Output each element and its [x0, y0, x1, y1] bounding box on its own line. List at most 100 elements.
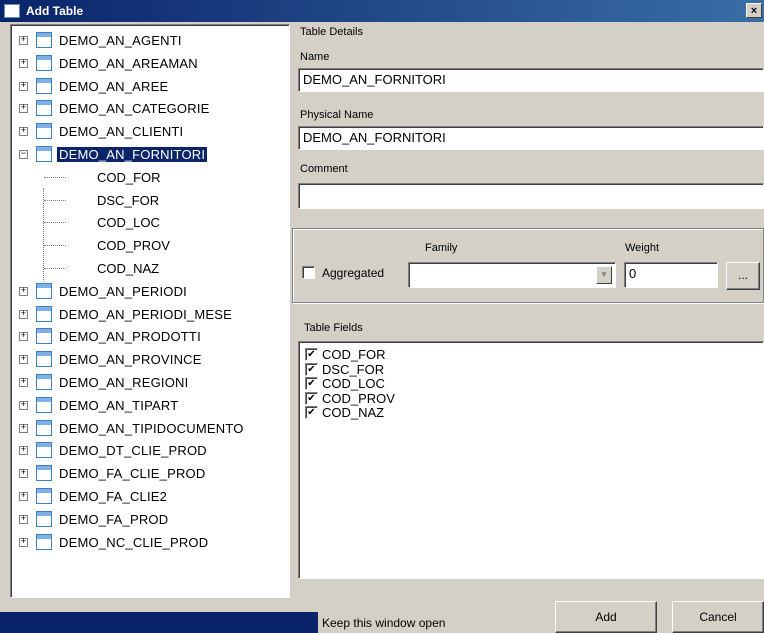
tree-connector-branch — [44, 222, 66, 224]
tree-item-label: DEMO_AN_PRODOTTI — [59, 329, 201, 344]
tree-child-item[interactable]: COD_FOR — [11, 166, 289, 189]
tree-item[interactable]: + DEMO_AN_PERIODI — [11, 280, 289, 303]
tree-item[interactable]: + DEMO_AN_PROVINCE — [11, 348, 289, 371]
table-tree[interactable]: + DEMO_AN_AGENTI + DEMO_AN_AREAMAN + DEMO_AN_… — [10, 24, 290, 598]
table-icon — [36, 283, 52, 299]
tree-item-label: DEMO_AN_AREE — [59, 79, 169, 94]
tree-child-label: DSC_FOR — [97, 193, 160, 208]
field-list-item[interactable]: ✔ COD_NAZ — [305, 404, 384, 420]
weight-input[interactable]: 0 — [624, 262, 718, 288]
tree-child-item[interactable]: COD_NAZ — [11, 257, 289, 280]
tree-item-label: DEMO_FA_PROD — [59, 512, 169, 527]
expand-icon[interactable]: + — [19, 515, 28, 524]
close-button[interactable]: × — [746, 3, 762, 18]
tree-item[interactable]: + DEMO_DT_CLIE_PROD — [11, 439, 289, 462]
table-details-label: Table Details — [300, 26, 363, 38]
tree-item[interactable]: + DEMO_AN_TIPART — [11, 394, 289, 417]
tree-item-label: DEMO_AN_REGIONI — [59, 375, 189, 390]
expand-icon[interactable]: + — [19, 82, 28, 91]
tree-item[interactable]: + DEMO_AN_REGIONI — [11, 371, 289, 394]
expand-icon[interactable]: + — [19, 104, 28, 113]
comment-label: Comment — [300, 163, 348, 175]
weight-label: Weight — [625, 242, 660, 254]
tree-item[interactable]: + DEMO_AN_TIPIDOCUMENTO — [11, 417, 289, 440]
table-icon — [36, 511, 52, 527]
aggregated-label: Aggregated — [322, 266, 385, 280]
tree-item[interactable]: + DEMO_AN_AREE — [11, 75, 289, 98]
collapse-icon[interactable]: − — [19, 150, 28, 159]
tree-child-item[interactable]: DSC_FOR — [11, 189, 289, 212]
window-title: Add Table — [26, 4, 84, 18]
expand-icon[interactable]: + — [19, 287, 28, 296]
tree-child-label: COD_NAZ — [97, 261, 160, 276]
cancel-button[interactable]: Cancel — [672, 601, 764, 633]
table-fields-list[interactable]: ✔ COD_FOR ✔ DSC_FOR ✔ COD_LOC ✔ COD_PROV ✔ COD_NA… — [298, 341, 764, 579]
expand-icon[interactable]: + — [19, 492, 28, 501]
aggregated-checkbox[interactable] — [302, 266, 315, 279]
name-input[interactable]: DEMO_AN_FORNITORI — [298, 68, 764, 92]
tree-item[interactable]: + DEMO_AN_PRODOTTI — [11, 325, 289, 348]
tree-connector-branch — [44, 268, 66, 270]
table-icon — [36, 351, 52, 367]
field-checkbox[interactable]: ✔ — [305, 348, 318, 362]
tree-item[interactable]: + DEMO_AN_AGENTI — [11, 29, 289, 52]
table-icon — [36, 100, 52, 116]
tree-item-selected[interactable]: − DEMO_AN_FORNITORI — [11, 143, 289, 166]
tree-item[interactable]: + DEMO_NC_CLIE_PROD — [11, 531, 289, 554]
tree-item-label: DEMO_FA_CLIE2 — [59, 489, 168, 504]
tree-item[interactable]: + DEMO_FA_CLIE2 — [11, 485, 289, 508]
table-icon — [36, 465, 52, 481]
expand-icon[interactable]: + — [19, 538, 28, 547]
table-icon — [36, 488, 52, 504]
field-checkbox[interactable]: ✔ — [305, 362, 318, 376]
expand-icon[interactable]: + — [19, 401, 28, 410]
tree-item-label: DEMO_FA_CLIE_PROD — [59, 466, 206, 481]
taskbar-strip — [0, 612, 318, 633]
expand-icon[interactable]: + — [19, 469, 28, 478]
tree-item-label: DEMO_AN_CLIENTI — [59, 124, 184, 139]
field-checkbox[interactable]: ✔ — [305, 406, 318, 420]
physical-name-input[interactable]: DEMO_AN_FORNITORI — [298, 126, 764, 150]
browse-button[interactable]: ... — [726, 262, 760, 290]
expand-icon[interactable]: + — [19, 355, 28, 364]
tree-connector-branch — [44, 200, 66, 202]
tree-item[interactable]: + DEMO_FA_PROD — [11, 508, 289, 531]
physical-name-label: Physical Name — [300, 109, 374, 121]
tree-child-item[interactable]: COD_LOC — [11, 211, 289, 234]
add-button[interactable]: Add — [555, 601, 657, 633]
tree-item[interactable]: + DEMO_AN_CLIENTI — [11, 120, 289, 143]
tree-item[interactable]: + DEMO_AN_AREAMAN — [11, 52, 289, 75]
table-icon — [36, 374, 52, 390]
tree-item-label: DEMO_AN_TIPART — [59, 398, 179, 413]
tree-item[interactable]: + DEMO_AN_PERIODI_MESE — [11, 303, 289, 326]
expand-icon[interactable]: + — [19, 446, 28, 455]
expand-icon[interactable]: + — [19, 59, 28, 68]
chevron-down-icon[interactable]: ▼ — [596, 266, 612, 284]
title-bar: Add Table × — [0, 0, 764, 22]
table-icon — [36, 123, 52, 139]
expand-icon[interactable]: + — [19, 424, 28, 433]
window-icon — [4, 4, 20, 18]
tree-child-item[interactable]: COD_PROV — [11, 234, 289, 257]
tree-connector-branch — [44, 177, 66, 179]
expand-icon[interactable]: + — [19, 332, 28, 341]
expand-icon[interactable]: + — [19, 36, 28, 45]
expand-icon[interactable]: + — [19, 378, 28, 387]
tree-item-label: DEMO_AN_FORNITORI — [55, 146, 209, 163]
tree-item-label: DEMO_AN_PERIODI — [59, 284, 187, 299]
field-checkbox[interactable]: ✔ — [305, 377, 318, 391]
table-icon — [36, 32, 52, 48]
table-icon — [36, 534, 52, 550]
expand-icon[interactable]: + — [19, 127, 28, 136]
tree-item[interactable]: + DEMO_AN_CATEGORIE — [11, 97, 289, 120]
field-checkbox[interactable]: ✔ — [305, 391, 318, 405]
comment-input[interactable] — [298, 183, 764, 209]
family-combo[interactable] — [408, 262, 616, 288]
tree-item-label: DEMO_AN_AGENTI — [59, 33, 182, 48]
expand-icon[interactable]: + — [19, 310, 28, 319]
table-icon — [36, 420, 52, 436]
tree-child-label: COD_PROV — [97, 238, 170, 253]
tree-item-label: DEMO_AN_TIPIDOCUMENTO — [59, 421, 244, 436]
tree-item[interactable]: + DEMO_FA_CLIE_PROD — [11, 462, 289, 485]
tree-item-label: DEMO_AN_PERIODI_MESE — [59, 307, 233, 322]
